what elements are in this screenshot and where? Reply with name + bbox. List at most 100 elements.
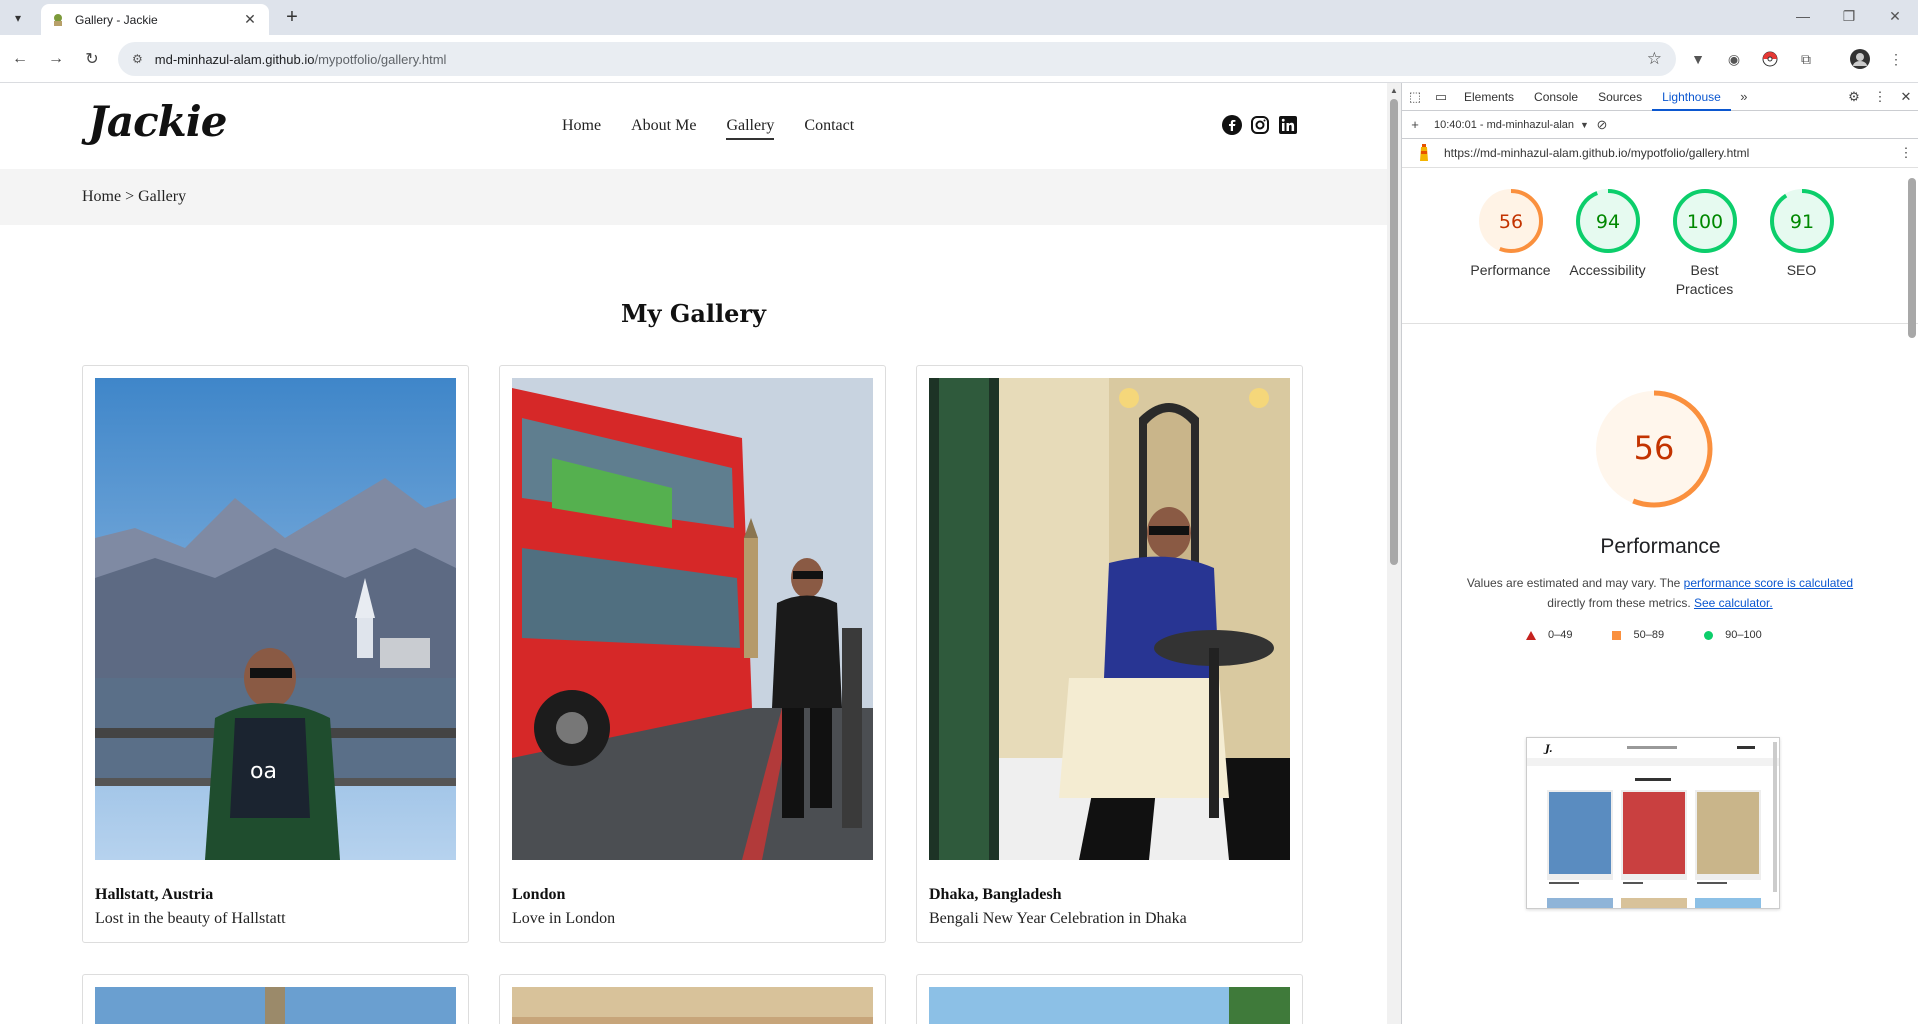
tab-close-icon[interactable]: ✕	[241, 11, 259, 28]
score-gauge[interactable]: 91 SEO	[1753, 187, 1850, 299]
site-logo[interactable]: Jackie	[88, 97, 227, 146]
tab-elements[interactable]: Elements	[1454, 83, 1524, 111]
score-gauge[interactable]: 100 Best Practices	[1656, 187, 1753, 299]
browser-tab[interactable]: Gallery - Jackie ✕	[41, 4, 269, 35]
nav-gallery[interactable]: Gallery	[726, 117, 775, 140]
average-square-icon	[1612, 630, 1622, 640]
gallery-card[interactable]	[916, 974, 1303, 1024]
device-toolbar-icon[interactable]: ▭	[1428, 83, 1454, 111]
gallery-card[interactable]	[82, 974, 469, 1024]
tab-lighthouse[interactable]: Lighthouse	[1652, 83, 1731, 111]
score-calculated-link[interactable]: performance score is calculated	[1684, 576, 1853, 590]
gallery-photo-hallstatt[interactable]: oa	[95, 378, 456, 860]
extension-v-icon[interactable]: ▼	[1688, 49, 1708, 69]
gallery-card[interactable]: Dhaka, Bangladesh Bengali New Year Celeb…	[916, 365, 1303, 943]
score-label: Accessibility	[1569, 262, 1646, 278]
breadcrumb[interactable]: Home > Gallery	[82, 188, 186, 206]
divider	[1402, 323, 1918, 324]
gallery-photo[interactable]	[929, 987, 1290, 1024]
gallery-photo[interactable]	[512, 987, 873, 1024]
gallery-card[interactable]: oa Hallstatt, Austria Lost in the beauty…	[82, 365, 469, 943]
facebook-icon[interactable]	[1222, 115, 1242, 135]
tab-console[interactable]: Console	[1524, 83, 1588, 111]
score-gauge[interactable]: 56 Performance	[1462, 187, 1559, 299]
tab-sources[interactable]: Sources	[1588, 83, 1652, 111]
performance-score-value: 56	[1634, 429, 1675, 467]
close-devtools-icon[interactable]: ✕	[1893, 83, 1918, 111]
scroll-up-icon[interactable]: ▲	[1390, 86, 1398, 95]
card-title: Hallstatt, Austria	[95, 886, 214, 903]
dropdown-chevron-icon[interactable]: ▼	[1580, 120, 1589, 130]
score-legend: 0–49 50–89 90–100	[1526, 629, 1802, 641]
minimize-button[interactable]: —	[1780, 0, 1826, 32]
devtools-scrollbar-thumb[interactable]	[1908, 178, 1916, 338]
score-gauge[interactable]: 94 Accessibility	[1559, 187, 1656, 299]
score-ring: 56	[1478, 189, 1543, 253]
score-gauges: 56 Performance 94 Accessibility 100 Best Prac…	[1462, 187, 1850, 299]
extension-globe-icon[interactable]: ◉	[1724, 49, 1744, 69]
tab-strip: ▾ Gallery - Jackie ✕ + — ❐ ✕	[0, 0, 1918, 35]
report-url: https://md-minhazul-alam.github.io/mypot…	[1444, 146, 1750, 160]
url-text: md-minhazul-alam.github.io/mypotfolio/ga…	[154, 51, 447, 67]
new-tab-button[interactable]: +	[280, 6, 304, 30]
linkedin-icon[interactable]	[1278, 115, 1298, 135]
see-calculator-link[interactable]: See calculator.	[1694, 596, 1773, 610]
pass-circle-icon	[1704, 630, 1714, 640]
svg-text:J.: J.	[1543, 744, 1552, 755]
gallery-photo-dhaka[interactable]	[929, 378, 1290, 860]
back-button[interactable]: ←	[8, 47, 32, 71]
nav-home[interactable]: Home	[562, 117, 601, 140]
report-url-bar: https://md-minhazul-alam.github.io/mypot…	[1402, 139, 1918, 168]
clear-reports-icon[interactable]: ⊘	[1589, 111, 1615, 139]
devtools-scrollbar[interactable]	[1905, 168, 1918, 1024]
nav-contact[interactable]: Contact	[804, 117, 854, 140]
page-screenshot-thumbnail[interactable]: J.	[1526, 737, 1780, 909]
gallery-photo[interactable]	[95, 987, 456, 1024]
page-scrollbar-thumb[interactable]	[1390, 99, 1398, 565]
page-scrollbar[interactable]: ▲	[1387, 83, 1401, 1024]
forward-button[interactable]: →	[44, 47, 68, 71]
devtools-tabbar: ⬚ ▭ Elements Console Sources Lighthouse …	[1402, 83, 1918, 111]
close-window-button[interactable]: ✕	[1872, 0, 1918, 32]
extensions-puzzle-icon[interactable]: ⧉	[1796, 49, 1816, 69]
score-label: Performance	[1470, 262, 1551, 278]
lighthouse-logo-icon	[1414, 143, 1434, 163]
restore-button[interactable]: ❐	[1826, 0, 1872, 32]
card-caption: Lost in the beauty of Hallstatt	[95, 910, 286, 927]
svg-text:oa: oa	[250, 759, 277, 784]
chrome-menu-icon[interactable]: ⋮	[1886, 49, 1906, 69]
breadcrumb-bar: Home > Gallery	[0, 169, 1387, 225]
tab-title: Gallery - Jackie	[75, 12, 158, 27]
site-info-icon[interactable]: ⚙	[132, 52, 143, 66]
fail-triangle-icon	[1526, 630, 1536, 640]
report-menu-icon[interactable]: ⋮	[1893, 139, 1918, 167]
gallery-card[interactable]: London Love in London	[499, 365, 886, 943]
devtools-menu-icon[interactable]: ⋮	[1867, 83, 1893, 111]
page-viewport: Jackie Home About Me Gallery Contact Hom…	[0, 83, 1387, 1024]
card-title: Dhaka, Bangladesh	[929, 886, 1062, 903]
reload-button[interactable]: ↻	[80, 47, 104, 71]
gallery-card[interactable]	[499, 974, 886, 1024]
bookmark-star-icon[interactable]: ☆	[1647, 49, 1662, 69]
score-ring: 94	[1575, 189, 1640, 253]
score-label: SEO	[1786, 262, 1817, 278]
browser-toolbar: ← → ↻ ⚙ md-minhazul-alam.github.io/mypot…	[0, 35, 1918, 83]
favicon-icon	[51, 13, 65, 27]
performance-gauge: 56	[1592, 387, 1716, 511]
report-selector[interactable]: 10:40:01 - md-minhazul-alan	[1434, 119, 1574, 131]
score-value: 100	[1686, 211, 1722, 233]
inspect-element-icon[interactable]: ⬚	[1402, 83, 1428, 111]
gallery-photo-london[interactable]	[512, 378, 873, 860]
more-tabs-icon[interactable]: »	[1731, 83, 1757, 111]
score-value: 56	[1498, 211, 1522, 233]
new-report-plus-icon[interactable]: +	[1402, 111, 1428, 139]
tab-search-button[interactable]: ▾	[6, 6, 30, 30]
settings-gear-icon[interactable]: ⚙	[1841, 83, 1867, 111]
lighthouse-toolbar: + 10:40:01 - md-minhazul-alan ▼ ⊘	[1402, 111, 1918, 139]
site-header: Jackie Home About Me Gallery Contact	[0, 83, 1387, 169]
instagram-icon[interactable]	[1250, 115, 1270, 135]
address-bar[interactable]: ⚙ md-minhazul-alam.github.io/mypotfolio/…	[118, 42, 1676, 76]
profile-avatar-icon[interactable]	[1850, 49, 1870, 69]
extension-pokeball-icon[interactable]	[1760, 49, 1780, 69]
nav-about[interactable]: About Me	[631, 117, 696, 140]
